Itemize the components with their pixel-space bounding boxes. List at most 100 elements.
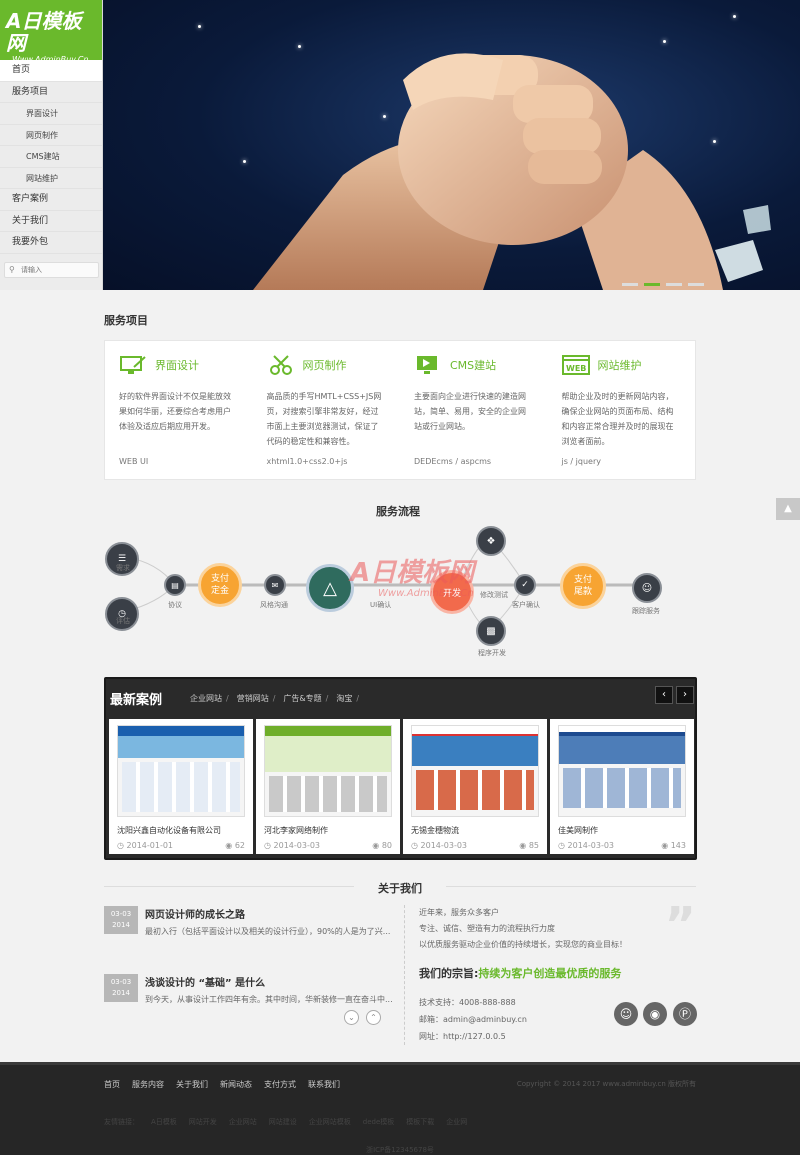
tab-corporate[interactable]: 企业网站 bbox=[190, 693, 222, 704]
footer-link-contact[interactable]: 联系我们 bbox=[308, 1079, 340, 1090]
services-title: 服务项目 bbox=[104, 314, 148, 327]
sidebar-item-outsource[interactable]: 我要外包 bbox=[0, 232, 102, 254]
service-card[interactable]: CMS建站 主要面向企业进行快速的建造网站，简单、易用，安全的企业网站或行业网站… bbox=[400, 341, 548, 479]
case-date: ◷ 2014-01-01 bbox=[117, 841, 174, 850]
footer-link-home[interactable]: 首页 bbox=[104, 1079, 120, 1090]
weibo-icon[interactable]: ◉ bbox=[643, 1002, 667, 1026]
tab-separator: / bbox=[226, 693, 229, 703]
svg-text:WEB: WEB bbox=[566, 364, 586, 373]
friend-link[interactable]: dede模板 bbox=[363, 1117, 395, 1127]
sidebar-item-ui-design[interactable]: 界面设计 bbox=[0, 103, 102, 125]
case-views: ◉ 62 bbox=[225, 841, 245, 850]
service-card[interactable]: WEB 网站维护 帮助企业及时的更新网站内容，确保企业网站的页面布局、结构和内容… bbox=[548, 341, 696, 479]
watermark-sub: Www.AdminBuy.Cn bbox=[378, 588, 474, 599]
tencent-weibo-icon[interactable]: Ⓟ bbox=[673, 1002, 697, 1026]
about-slogan: 我们的宗旨:持续为客户创造最优质的服务 bbox=[419, 967, 622, 980]
news-desc: 到今天，从事设计工作四年有余。其中时间，华新装修一直在奋斗中... bbox=[145, 995, 393, 1004]
carousel-dot-active[interactable] bbox=[644, 283, 660, 286]
agreement-icon: ▤ bbox=[164, 574, 186, 596]
cases-header: 最新案例 企业网站 / 营销网站 / 广告&专题 / 淘宝 / bbox=[106, 679, 695, 717]
sidebar-item-cases[interactable]: 客户案例 bbox=[0, 189, 102, 211]
chevron-up-icon[interactable]: ⌃ bbox=[366, 1010, 381, 1025]
tab-taobao[interactable]: 淘宝 bbox=[336, 693, 352, 704]
friend-links: 友情链接： A日模板 网站开发 企业网站 网站建设 企业网站模板 dede模板 … bbox=[104, 1117, 467, 1127]
about-intro: 近年来，服务众多客户 专注、诚信、塑造有力的流程执行力度 以优质服务驱动企业价值… bbox=[419, 908, 627, 949]
code-icon: ❖ bbox=[476, 526, 506, 556]
carousel-dot[interactable] bbox=[666, 283, 682, 286]
tab-marketing[interactable]: 营销网站 bbox=[237, 693, 269, 704]
qq-icon[interactable]: ☺ bbox=[614, 1002, 638, 1026]
sidebar-item-web-making[interactable]: 网页制作 bbox=[0, 125, 102, 146]
logo[interactable]: A日模板网 Www.AdminBuy.Cn bbox=[0, 0, 102, 64]
step-label: UI确认 bbox=[370, 601, 392, 609]
step-label: 程序开发 bbox=[478, 649, 506, 657]
friend-link[interactable]: 网站建设 bbox=[269, 1117, 297, 1127]
sidebar-item-services[interactable]: 服务项目 bbox=[0, 82, 102, 103]
service-card[interactable]: 网页制作 高品质的手写HMTL+CSS+JS网页，对搜索引擎非常友好，经过市面上… bbox=[253, 341, 401, 479]
quote-icon: ” bbox=[664, 897, 696, 953]
web-window-icon: WEB bbox=[561, 355, 590, 375]
sidebar-item-maintenance[interactable]: 网站维护 bbox=[0, 168, 102, 189]
case-card[interactable]: 河北李家网络制作 ◷ 2014-03-03 ◉ 80 bbox=[256, 719, 400, 854]
carousel-dot[interactable] bbox=[688, 283, 704, 286]
cases-title: 最新案例 bbox=[110, 692, 163, 708]
step-label: 需求 bbox=[116, 564, 130, 572]
prev-arrow-button[interactable]: ‹ bbox=[655, 686, 673, 704]
case-card[interactable]: 佳美网制作 ◷ 2014-03-03 ◉ 143 bbox=[550, 719, 694, 854]
footer-link-news[interactable]: 新闻动态 bbox=[220, 1079, 252, 1090]
news-title[interactable]: 网页设计师的成长之路 bbox=[145, 906, 245, 921]
service-tech: js / jquery bbox=[561, 457, 602, 466]
carousel-dots bbox=[622, 283, 704, 286]
news-item[interactable]: 03-03 2014 网页设计师的成长之路 最初入行（包括平面设计以及相关的设计行… bbox=[104, 906, 394, 966]
step-label: 风格沟通 bbox=[260, 601, 288, 609]
footer-link-services[interactable]: 服务内容 bbox=[132, 1079, 164, 1090]
hero-banner bbox=[103, 0, 800, 290]
news-item[interactable]: 03-03 2014 浅谈设计的 “基础” 是什么 到今天，从事设计工作四年有余。… bbox=[104, 974, 394, 1034]
news-desc: 最初入行（包括平面设计以及相关的设计行业），90%的人是为了兴... bbox=[145, 927, 391, 936]
case-date: ◷ 2014-03-03 bbox=[411, 841, 468, 850]
chat-icon: ✉ bbox=[264, 574, 286, 596]
support-phone: 技术支持：4008-888-888 bbox=[419, 998, 516, 1007]
case-card[interactable]: 沈阳兴鑫自动化设备有限公司 ◷ 2014-01-01 ◉ 62 bbox=[109, 719, 253, 854]
case-name: 河北李家网络制作 bbox=[264, 826, 328, 835]
contact-email[interactable]: 邮箱：admin@adminbuy.cn bbox=[419, 1014, 527, 1025]
case-card[interactable]: 无锡金穗物流 ◷ 2014-03-03 ◉ 85 bbox=[403, 719, 547, 854]
tab-ads[interactable]: 广告&专题 bbox=[283, 693, 321, 704]
service-desc: 好的软件界面设计不仅是能放效果如何华丽，还要综合考虑用户体验及适应后期应用开发。 bbox=[119, 392, 231, 431]
contact-site[interactable]: 网址：http://127.0.0.5 bbox=[419, 1031, 506, 1042]
friend-link[interactable]: 网站开发 bbox=[189, 1117, 217, 1127]
news-title[interactable]: 浅谈设计的 “基础” 是什么 bbox=[145, 974, 265, 989]
icp-number: 浙ICP备12345678号 bbox=[366, 1146, 434, 1154]
next-arrow-button[interactable]: › bbox=[676, 686, 694, 704]
cms-screen-icon bbox=[414, 355, 442, 375]
friend-link[interactable]: A日模板 bbox=[151, 1117, 177, 1127]
about-title: 关于我们 bbox=[378, 882, 422, 895]
step-label: 客户确认 bbox=[512, 601, 540, 609]
sidebar-item-about[interactable]: 关于我们 bbox=[0, 211, 102, 232]
search-input[interactable] bbox=[21, 264, 97, 276]
footer: 首页 服务内容 关于我们 新闻动态 支付方式 联系我们 Copyright © … bbox=[0, 1062, 800, 1155]
cases-panel: 最新案例 企业网站 / 营销网站 / 广告&专题 / 淘宝 / ‹ › 沈阳兴鑫自动化设… bbox=[104, 677, 697, 860]
footer-link-payment[interactable]: 支付方式 bbox=[264, 1079, 296, 1090]
process-title: 服务流程 bbox=[376, 505, 420, 518]
service-name: CMS建站 bbox=[450, 359, 497, 372]
service-card[interactable]: 界面设计 好的软件界面设计不仅是能放效果如何华丽，还要综合考虑用户体验及适应后期… bbox=[105, 341, 253, 479]
news-date-badge: 03-03 2014 bbox=[104, 906, 138, 934]
service-desc: 主要面向企业进行快速的建造网站，简单、易用，安全的企业网站或行业网站。 bbox=[414, 392, 526, 431]
service-tech: xhtml1.0+css2.0+js bbox=[266, 457, 348, 466]
footer-link-about[interactable]: 关于我们 bbox=[176, 1079, 208, 1090]
friend-link[interactable]: 企业网站模板 bbox=[309, 1117, 351, 1127]
services-panel: 界面设计 好的软件界面设计不仅是能放效果如何华丽，还要综合考虑用户体验及适应后期… bbox=[104, 340, 696, 480]
monitor-brush-icon bbox=[119, 355, 147, 375]
step-label: 修改测试 bbox=[480, 591, 508, 599]
sidebar-item-cms[interactable]: CMS建站 bbox=[0, 146, 102, 168]
carousel-dot[interactable] bbox=[622, 283, 638, 286]
clasped-hands-image bbox=[253, 53, 771, 290]
search-icon[interactable]: ⚲ bbox=[9, 265, 15, 274]
chevron-down-icon[interactable]: ⌄ bbox=[344, 1010, 359, 1025]
news-date-badge: 03-03 2014 bbox=[104, 974, 138, 1002]
friend-link[interactable]: 企业网 bbox=[446, 1117, 467, 1127]
back-to-top-button[interactable]: ▲ bbox=[776, 498, 800, 520]
friend-link[interactable]: 企业网站 bbox=[229, 1117, 257, 1127]
friend-link[interactable]: 模板下载 bbox=[406, 1117, 434, 1127]
